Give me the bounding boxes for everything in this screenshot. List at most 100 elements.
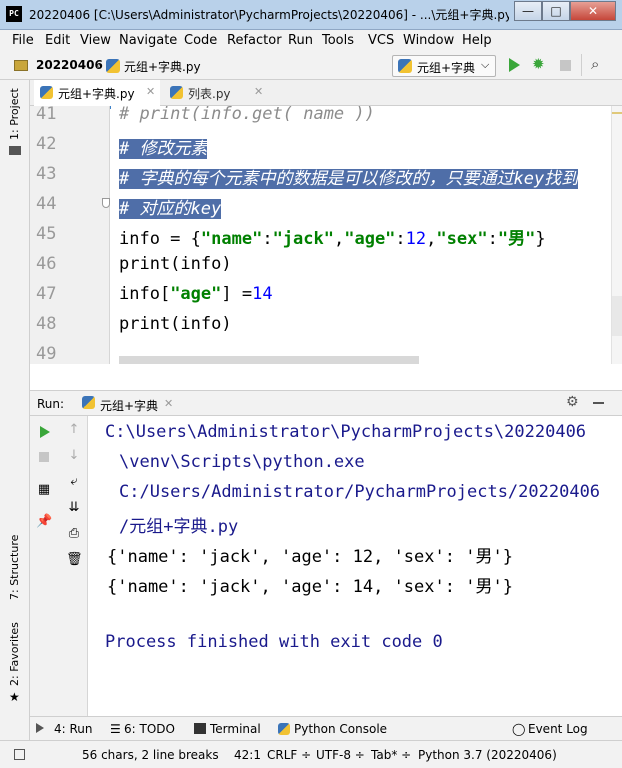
down-arrow-icon[interactable]: ↓ <box>66 448 82 464</box>
line-number: 45 <box>36 224 57 244</box>
code-token: } <box>535 229 546 249</box>
menu-vcs[interactable]: VCS <box>368 33 394 48</box>
python-file-icon <box>106 59 120 73</box>
code-line-43: # 字典的每个元素中的数据是可以修改的，只要通过key找到 <box>119 164 579 189</box>
breadcrumb-separator-icon: › <box>96 58 101 72</box>
python-config-icon <box>398 59 412 73</box>
minimize-button[interactable]: — <box>514 1 542 21</box>
run-icon[interactable] <box>509 58 520 72</box>
status-interpreter[interactable]: Python 3.7 (20220406) <box>418 748 557 762</box>
code-token: info[ <box>119 284 171 304</box>
code-line-47: info["age"] =14 <box>119 284 273 304</box>
layout-icon[interactable]: ▦ <box>36 482 52 498</box>
soft-wrap-icon[interactable]: ⤶ <box>66 474 82 490</box>
code-line-46: print(info) <box>119 254 232 274</box>
run-panel-header: Run: 元组+字典 ✕ ⚙ <box>30 390 622 416</box>
fold-icon[interactable] <box>102 198 110 208</box>
maximize-button[interactable]: □ <box>542 1 570 21</box>
code-editor[interactable]: # print(info.get( name )) # 修改元素 # 字典的每个… <box>111 106 611 364</box>
menu-file[interactable]: File <box>12 33 34 48</box>
console-line: \venv\Scripts\python.exe <box>119 452 365 472</box>
status-caret-position[interactable]: 42:1 <box>234 748 261 762</box>
close-button[interactable]: ✕ <box>570 1 616 21</box>
menu-tools[interactable]: Tools <box>322 33 354 48</box>
close-tab-icon[interactable]: ✕ <box>146 85 155 98</box>
favorites-tool-window-button[interactable]: 2: Favorites <box>8 622 21 686</box>
pycharm-logo-icon: PC <box>6 6 22 22</box>
console-line: Process finished with exit code 0 <box>105 632 443 652</box>
scroll-thumb[interactable] <box>612 296 622 336</box>
todo-icon: ☰ <box>110 722 121 736</box>
breadcrumb-project[interactable]: 20220406 <box>36 58 103 72</box>
code-token: : <box>487 229 498 249</box>
navigation-bar: 20220406 › 元组+字典.py 元组+字典 ⌵ ✹ ⌕ <box>0 52 622 80</box>
editor-tab-bar: 元组+字典.py ✕ 列表.py ✕ <box>30 80 622 109</box>
code-line-41: # print(info.get( name )) <box>119 106 375 124</box>
line-number: 41 <box>36 104 57 124</box>
scroll-to-end-icon[interactable]: ⇊ <box>66 500 82 516</box>
toggle-tool-windows-icon[interactable] <box>14 749 25 760</box>
run-tab-label[interactable]: 元组+字典 <box>100 397 158 414</box>
console-line: C:/Users/Administrator/PycharmProjects/2… <box>119 482 601 502</box>
tab-label: 元组+字典.py <box>58 87 135 101</box>
code-token: : <box>262 229 273 249</box>
run-config-select[interactable]: 元组+字典 ⌵ <box>392 55 496 77</box>
pin-icon[interactable]: 📌 <box>36 514 52 530</box>
python-file-icon <box>40 86 53 99</box>
menu-edit[interactable]: Edit <box>45 33 70 48</box>
search-icon[interactable]: ⌕ <box>591 55 599 73</box>
project-tool-window-button[interactable]: 1: Project <box>8 88 21 140</box>
line-number: 46 <box>36 254 57 274</box>
horizontal-scrollbar[interactable] <box>119 356 419 364</box>
menu-refactor[interactable]: Refactor <box>227 33 282 48</box>
trash-icon[interactable]: 🗑 <box>66 552 83 568</box>
python-config-icon <box>82 396 95 409</box>
rerun-icon[interactable] <box>40 426 50 438</box>
tab-liebiao[interactable]: 列表.py ✕ <box>164 80 270 106</box>
status-bar: 56 chars, 2 line breaks 42:1 CRLF ÷ UTF-… <box>0 740 622 768</box>
python-console-icon <box>278 723 290 735</box>
terminal-icon <box>194 723 206 734</box>
run-tool-window-button[interactable]: 4: Run <box>54 722 93 736</box>
menu-window[interactable]: Window <box>403 33 454 48</box>
line-number: 49 <box>36 344 57 364</box>
menu-view[interactable]: View <box>80 33 111 48</box>
breadcrumb-file[interactable]: 元组+字典.py <box>124 58 201 75</box>
structure-tool-window-button[interactable]: 7: Structure <box>8 535 21 600</box>
line-number: 47 <box>36 284 57 304</box>
status-encoding[interactable]: UTF-8 ÷ <box>316 748 365 762</box>
debug-icon[interactable]: ✹ <box>532 55 545 73</box>
gear-icon[interactable]: ⚙ <box>566 394 579 410</box>
run-toolbar: ↑ ↓ ⤶ ▦ ⇊ 📌 ⎙ 🗑 <box>30 416 88 716</box>
todo-tool-window-button[interactable]: 6: TODO <box>124 722 175 736</box>
code-line-48: print(info) <box>119 314 232 334</box>
status-line-separator[interactable]: CRLF ÷ <box>267 748 311 762</box>
hide-panel-icon[interactable] <box>593 402 604 404</box>
menu-navigate[interactable]: Navigate <box>119 33 177 48</box>
code-number: 12 <box>405 229 427 249</box>
close-run-tab-icon[interactable]: ✕ <box>164 397 173 410</box>
run-console[interactable]: C:\Users\Administrator\PycharmProjects\2… <box>89 416 622 716</box>
terminal-tool-window-button[interactable]: Terminal <box>210 722 261 736</box>
stop-icon[interactable] <box>39 452 49 462</box>
vertical-scrollbar[interactable] <box>611 106 622 364</box>
status-selection-info: 56 chars, 2 line breaks <box>82 748 219 762</box>
status-indent[interactable]: Tab* ÷ <box>371 748 411 762</box>
code-line-42: # 修改元素 <box>119 134 208 159</box>
code-token: : <box>395 229 406 249</box>
run-panel-label: Run: <box>37 397 65 411</box>
line-number: 48 <box>36 314 57 334</box>
stop-icon[interactable] <box>560 60 571 71</box>
menu-code[interactable]: Code <box>184 33 217 48</box>
python-console-tool-window-button[interactable]: Python Console <box>294 722 387 736</box>
event-log-tool-window-button[interactable]: Event Log <box>528 722 588 736</box>
left-tool-strip: 1: Project 7: Structure 2: Favorites ★ <box>0 80 30 740</box>
menu-run[interactable]: Run <box>288 33 313 48</box>
print-icon[interactable]: ⎙ <box>66 526 82 542</box>
close-tab-icon[interactable]: ✕ <box>254 85 263 98</box>
code-string: "age" <box>170 284 222 304</box>
console-line: {'name': 'jack', 'age': 12, 'sex': '男'} <box>107 547 513 567</box>
up-arrow-icon[interactable]: ↑ <box>66 422 82 438</box>
menu-help[interactable]: Help <box>462 33 492 48</box>
code-string: "age" <box>344 229 396 249</box>
